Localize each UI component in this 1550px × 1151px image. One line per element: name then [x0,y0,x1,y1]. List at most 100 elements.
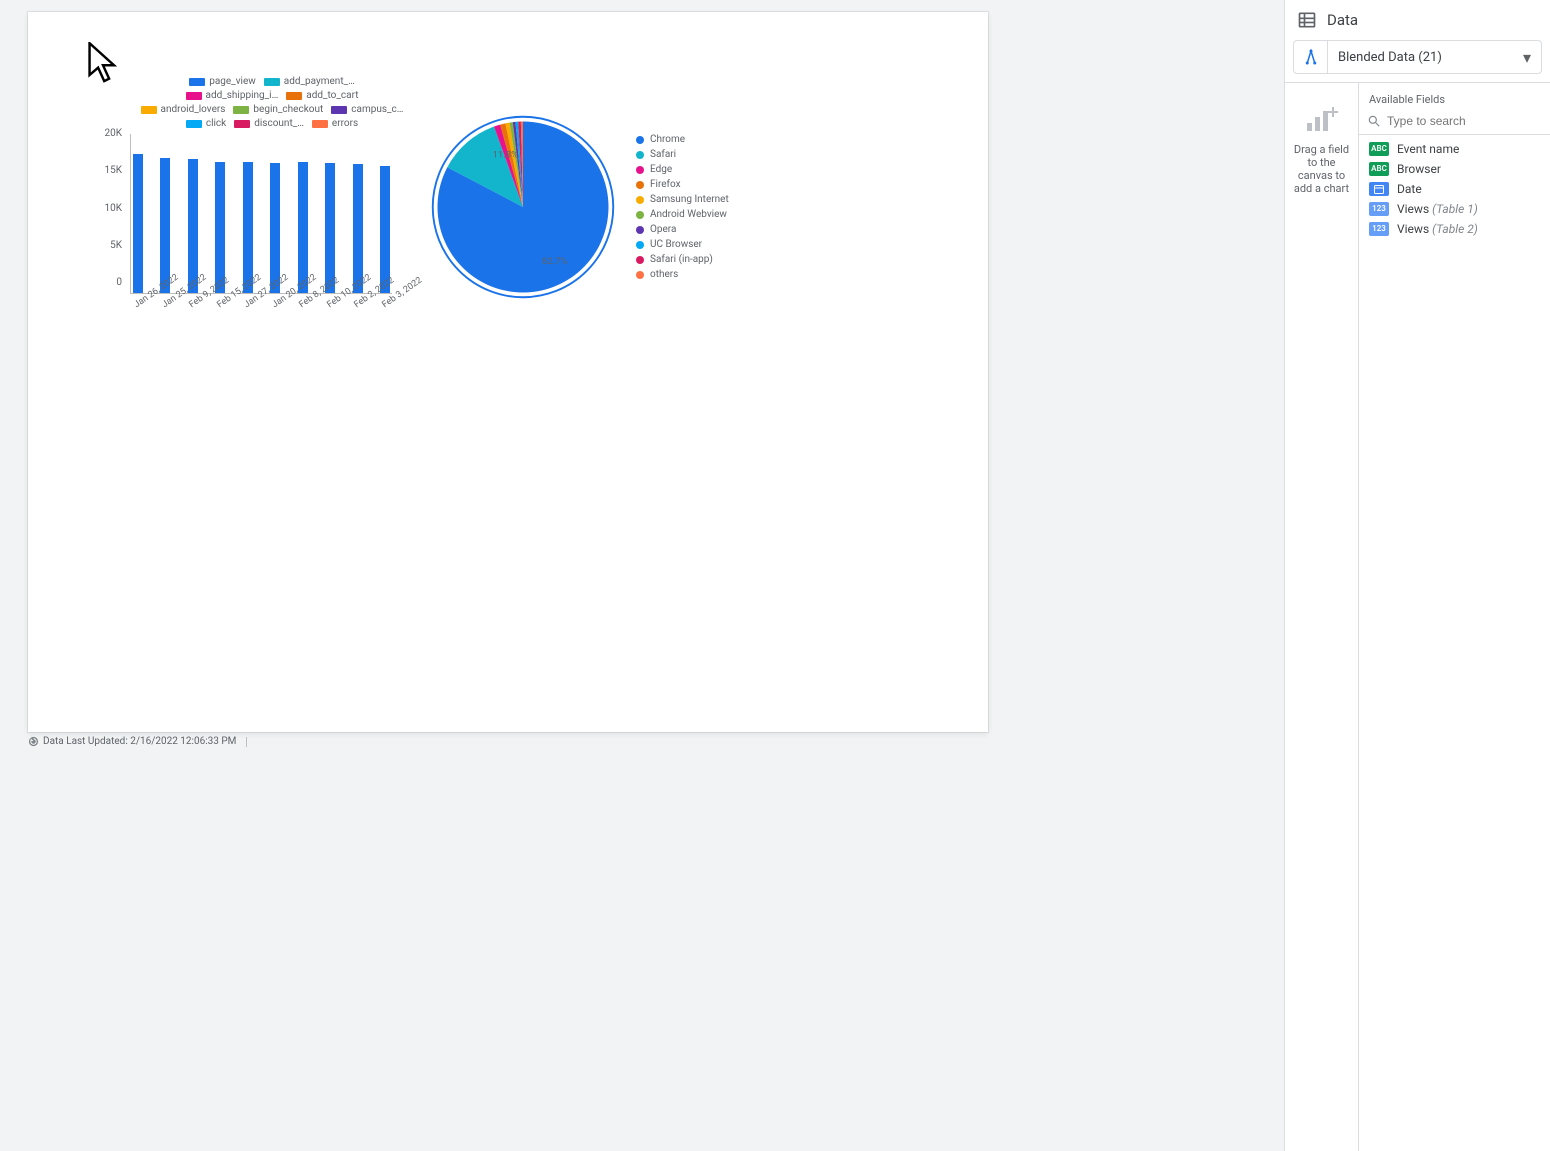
pie-chart-plot: 11.8% 82.7% [428,112,618,302]
legend-label: UC Browser [650,239,702,250]
bar-chart[interactable]: page_view add_payment_… add_shipping_i… add… [88,76,404,304]
legend-dot [636,241,644,249]
bar[interactable] [133,154,143,293]
field-item[interactable]: Date [1359,179,1550,199]
abc-badge: ABC [1369,142,1389,156]
legend-item[interactable]: Safari [636,149,729,160]
legend-label: add_to_cart [306,90,358,102]
legend-item[interactable]: Safari (in-app) [636,254,729,265]
field-label: Views (Table 2) [1397,222,1478,236]
legend-dot [636,136,644,144]
legend-label: Opera [650,224,676,235]
field-item[interactable]: 123 Views (Table 1) [1359,199,1550,219]
legend-item[interactable]: Android Webview [636,209,729,220]
bar-chart-plot [130,134,392,294]
bar-chart-y-axis: 20K15K10K5K0 [88,128,122,288]
field-drop-zone[interactable]: Drag a field to the canvas to add a char… [1285,83,1359,1151]
legend-swatch [186,92,202,100]
field-item[interactable]: ABC Event name [1359,139,1550,159]
legend-item[interactable]: begin_checkout [233,104,323,116]
legend-swatch [286,92,302,100]
number-badge: 123 [1369,202,1389,216]
legend-item[interactable]: page_view [189,76,256,88]
field-item[interactable]: 123 Views (Table 2) [1359,219,1550,239]
legend-item[interactable]: Opera [636,224,729,235]
legend-label: errors [332,118,358,130]
legend-item[interactable]: campus_c… [331,104,403,116]
fields-search-input[interactable] [1387,114,1542,128]
field-item[interactable]: ABC Browser [1359,159,1550,179]
legend-dot [636,181,644,189]
legend-item[interactable]: Firefox [636,179,729,190]
legend-label: Firefox [650,179,681,190]
legend-label: Android Webview [650,209,727,220]
chevron-down-icon: ▾ [1513,48,1541,67]
bar[interactable] [243,162,253,293]
legend-item[interactable]: others [636,269,729,280]
bar[interactable] [380,166,390,293]
legend-label: add_payment_… [284,76,355,88]
fields-title: Available Fields [1359,83,1550,110]
legend-item[interactable]: Samsung Internet [636,194,729,205]
legend-swatch [234,120,250,128]
legend-dot [636,151,644,159]
canvas-area[interactable]: page_view add_payment_… add_shipping_i… add… [0,0,1284,1151]
legend-label: Safari [650,149,676,160]
field-list: ABC Event name ABC Browser Date 123 Views (Tab… [1359,135,1550,243]
bar-chart-legend: page_view add_payment_… add_shipping_i… add… [140,76,404,130]
datasource-name: Blended Data (21) [1328,50,1513,65]
fields-search[interactable] [1359,110,1550,135]
number-badge: 123 [1369,222,1389,236]
legend-label: discount_… [254,118,304,130]
date-badge [1369,182,1389,196]
field-label: Date [1397,182,1422,196]
pie-chart[interactable]: 11.8% 82.7% Chrome Safari Edge Firefox Samsu… [428,112,729,302]
data-icon [1297,10,1317,30]
legend-item[interactable]: discount_… [234,118,304,130]
bar[interactable] [215,162,225,293]
legend-item[interactable]: Chrome [636,134,729,145]
field-label: Event name [1397,142,1459,156]
legend-item[interactable]: add_to_cart [286,90,358,102]
legend-label: Samsung Internet [650,194,729,205]
data-panel-header: Data [1285,0,1550,40]
status-separator [246,737,247,747]
legend-label: android_lovers [161,104,226,116]
datasource-selector[interactable]: Blended Data (21) ▾ [1293,40,1542,74]
drop-hint-text: Drag a field to the canvas to add a char… [1285,143,1358,195]
bar[interactable] [325,163,335,293]
status-bar: Data Last Updated: 2/16/2022 12:06:33 PM [28,736,988,747]
bar[interactable] [188,159,198,293]
bar[interactable] [270,163,280,293]
legend-item[interactable]: UC Browser [636,239,729,250]
legend-swatch [186,120,202,128]
data-panel-body: Drag a field to the canvas to add a char… [1285,82,1550,1151]
abc-badge: ABC [1369,162,1389,176]
field-label: Browser [1397,162,1441,176]
pie-chart-legend: Chrome Safari Edge Firefox Samsung Internet A… [636,134,729,280]
legend-label: others [650,269,678,280]
legend-dot [636,196,644,204]
add-chart-icon [1305,105,1339,133]
legend-item[interactable]: add_shipping_i… [186,90,279,102]
bar[interactable] [298,162,308,293]
report-canvas[interactable]: page_view add_payment_… add_shipping_i… add… [28,12,988,732]
bar[interactable] [160,158,170,293]
legend-item[interactable]: click [186,118,226,130]
pie-label-chrome: 82.7% [542,256,568,267]
legend-item[interactable]: Edge [636,164,729,175]
legend-item[interactable]: errors [312,118,358,130]
legend-label: Edge [650,164,672,175]
blend-icon [1294,41,1328,73]
workspace: page_view add_payment_… add_shipping_i… add… [0,0,1550,1151]
bar[interactable] [353,164,363,293]
legend-dot [636,271,644,279]
legend-swatch [233,106,249,114]
legend-label: page_view [209,76,256,88]
field-label: Views (Table 1) [1397,202,1478,216]
data-panel-title: Data [1327,11,1358,29]
legend-item[interactable]: add_payment_… [264,76,355,88]
legend-item[interactable]: android_lovers [141,104,226,116]
legend-dot [636,256,644,264]
legend-label: Chrome [650,134,685,145]
